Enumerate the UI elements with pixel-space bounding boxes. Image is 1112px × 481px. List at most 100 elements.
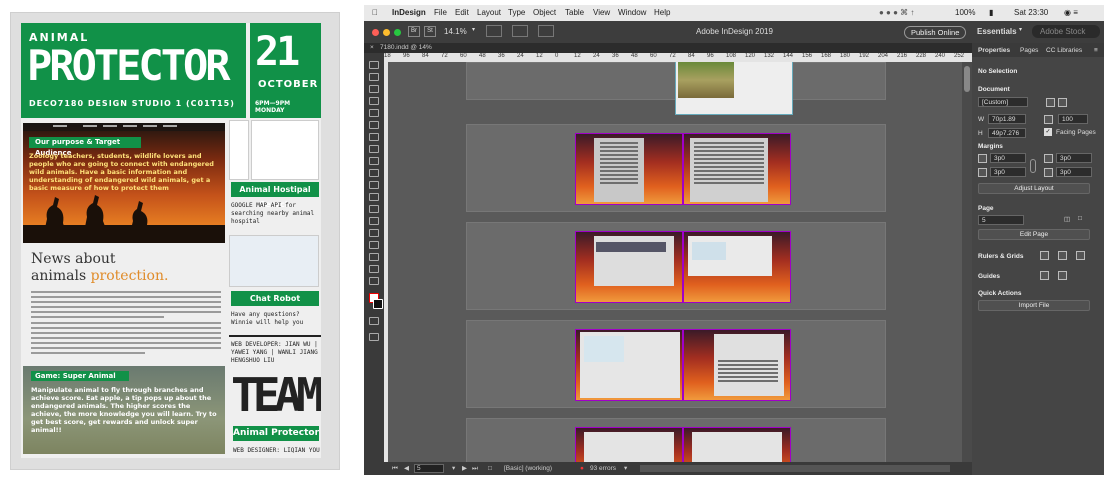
- adobe-stock-search[interactable]: Adobe Stock: [1032, 25, 1100, 38]
- page-dropdown-icon[interactable]: ▾: [452, 462, 455, 475]
- zoom-button[interactable]: [394, 29, 401, 36]
- document-grid-icon[interactable]: [1076, 251, 1085, 260]
- rectangle-frame-tool-icon[interactable]: [369, 169, 379, 177]
- page-7[interactable]: [683, 329, 791, 401]
- landscape-orientation-icon[interactable]: [1058, 98, 1067, 107]
- menu-object[interactable]: Object: [533, 8, 556, 17]
- rectangle-tool-icon[interactable]: [369, 181, 379, 189]
- edit-page-button[interactable]: Edit Page: [978, 229, 1090, 240]
- delete-page-icon[interactable]: □: [1078, 215, 1082, 222]
- scroll-thumb[interactable]: [964, 66, 970, 92]
- note-tool-icon[interactable]: [369, 241, 379, 249]
- errors-dropdown-icon[interactable]: ▾: [624, 462, 627, 475]
- vertical-scrollbar[interactable]: [962, 62, 972, 462]
- hand-tool-icon[interactable]: [369, 265, 379, 273]
- open-folder-icon[interactable]: □: [488, 462, 492, 475]
- baseline-grid-icon[interactable]: [1058, 251, 1067, 260]
- page-4[interactable]: [575, 231, 683, 303]
- panel-menu-icon[interactable]: ≡: [1094, 47, 1098, 54]
- apple-icon[interactable]: : [372, 8, 378, 17]
- menu-file[interactable]: File: [434, 8, 447, 17]
- user-icon[interactable]: ◉ ≡: [1064, 8, 1078, 17]
- menu-window[interactable]: Window: [618, 8, 646, 17]
- menu-help[interactable]: Help: [654, 8, 670, 17]
- battery-icon[interactable]: ▮: [989, 8, 993, 17]
- scissors-tool-icon[interactable]: [369, 193, 379, 201]
- new-page-icon[interactable]: ◫: [1064, 215, 1070, 223]
- document-preset-select[interactable]: [Custom]: [978, 97, 1028, 107]
- portrait-orientation-icon[interactable]: [1046, 98, 1055, 107]
- view-options-icon[interactable]: [486, 25, 502, 37]
- clock[interactable]: Sat 23:30: [1014, 8, 1048, 17]
- horizontal-scrollbar[interactable]: [640, 465, 950, 472]
- workspace-switcher[interactable]: Essentials: [977, 27, 1017, 36]
- height-field[interactable]: 49p7.276: [988, 128, 1026, 138]
- stock-icon[interactable]: St: [424, 26, 436, 37]
- page-3[interactable]: [683, 133, 791, 205]
- line-tool-icon[interactable]: [369, 133, 379, 141]
- zoom-level[interactable]: 14.1%: [444, 27, 467, 36]
- menu-view[interactable]: View: [593, 8, 610, 17]
- margin-outside-field[interactable]: 3p0: [1056, 167, 1092, 177]
- free-transform-tool-icon[interactable]: [369, 205, 379, 213]
- content-collector-icon[interactable]: [369, 109, 379, 117]
- spread-2[interactable]: [466, 124, 886, 212]
- page-select[interactable]: 5: [978, 215, 1024, 225]
- page-2[interactable]: [575, 133, 683, 205]
- close-button[interactable]: [372, 29, 379, 36]
- type-tool-icon[interactable]: [369, 121, 379, 129]
- first-page-button[interactable]: ⏮: [392, 462, 398, 475]
- direct-selection-tool-icon[interactable]: [369, 73, 379, 81]
- stroke-swatch-icon[interactable]: [373, 299, 383, 309]
- page-5[interactable]: [683, 231, 791, 303]
- gradient-feather-tool-icon[interactable]: [369, 229, 379, 237]
- eyedropper-tool-icon[interactable]: [369, 253, 379, 261]
- menu-table[interactable]: Table: [565, 8, 584, 17]
- pen-tool-icon[interactable]: [369, 145, 379, 153]
- gap-tool-icon[interactable]: [369, 97, 379, 105]
- page-number-field[interactable]: 5: [414, 464, 444, 473]
- status-icons[interactable]: ● ● ● ⌘ ↑: [879, 8, 914, 17]
- menu-layout[interactable]: Layout: [477, 8, 501, 17]
- page-8[interactable]: [575, 427, 683, 462]
- workspace-dropdown-icon[interactable]: ▾: [1019, 26, 1022, 33]
- zoom-tool-icon[interactable]: [369, 277, 379, 285]
- page-9[interactable]: [683, 427, 791, 462]
- next-page-button[interactable]: ▶: [462, 462, 467, 475]
- margin-top-field[interactable]: 3p0: [990, 153, 1026, 163]
- guides-toggle-icon[interactable]: [1040, 271, 1049, 280]
- last-page-button[interactable]: ⏭: [472, 462, 478, 475]
- margin-inside-field[interactable]: 3p0: [1056, 153, 1092, 163]
- gradient-swatch-tool-icon[interactable]: [369, 217, 379, 225]
- spread-5[interactable]: [466, 418, 886, 462]
- width-field[interactable]: 70p1.89: [988, 114, 1026, 124]
- pencil-tool-icon[interactable]: [369, 157, 379, 165]
- screen-mode-icon[interactable]: [512, 25, 528, 37]
- arrange-documents-icon[interactable]: [538, 25, 554, 37]
- menu-type[interactable]: Type: [508, 8, 525, 17]
- selection-tool-icon[interactable]: [369, 61, 379, 69]
- view-mode-icon[interactable]: [369, 333, 379, 341]
- menu-app[interactable]: InDesign: [392, 8, 426, 17]
- spread-4[interactable]: [466, 320, 886, 408]
- formatting-container-icon[interactable]: [369, 317, 379, 325]
- margin-bottom-field[interactable]: 3p0: [990, 167, 1026, 177]
- spread-3[interactable]: [466, 222, 886, 310]
- adjust-layout-button[interactable]: Adjust Layout: [978, 183, 1090, 194]
- menu-edit[interactable]: Edit: [455, 8, 469, 17]
- tab-properties[interactable]: Properties: [978, 47, 1010, 54]
- pages-count-field[interactable]: 100: [1058, 114, 1088, 124]
- prev-page-button[interactable]: ◀: [404, 462, 409, 475]
- minimize-button[interactable]: [383, 29, 390, 36]
- tab-cc-libraries[interactable]: CC Libraries: [1046, 47, 1082, 54]
- import-file-button[interactable]: Import File: [978, 300, 1090, 311]
- page-6[interactable]: [575, 329, 683, 401]
- facing-pages-checkbox[interactable]: ✓: [1044, 128, 1052, 136]
- bridge-icon[interactable]: Br: [408, 26, 420, 37]
- tab-close-icon[interactable]: ×: [370, 44, 374, 51]
- page-tool-icon[interactable]: [369, 85, 379, 93]
- error-count[interactable]: 93 errors: [590, 462, 616, 475]
- spread-1[interactable]: [466, 62, 886, 115]
- tab-pages[interactable]: Pages: [1020, 47, 1038, 54]
- margin-link-icon[interactable]: [1030, 159, 1036, 173]
